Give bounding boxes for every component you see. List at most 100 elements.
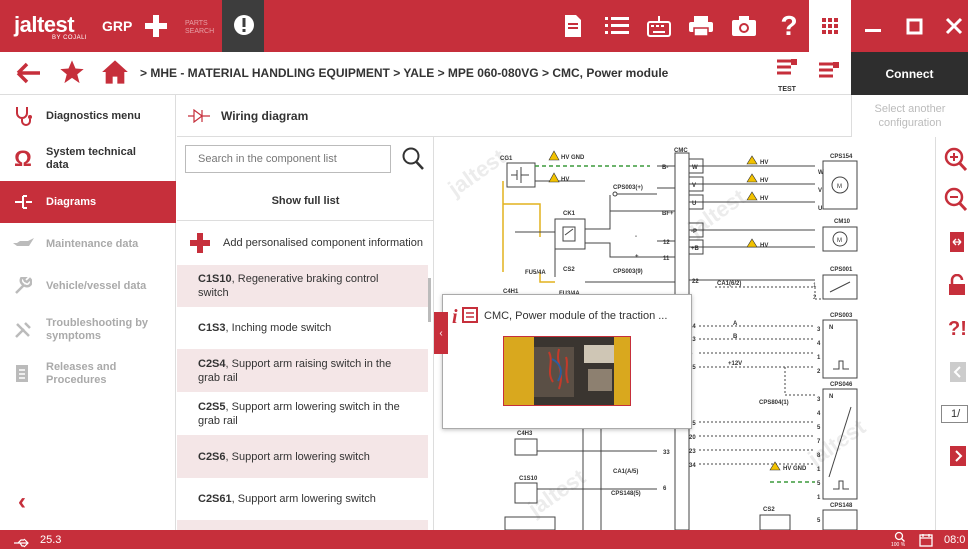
- alert-icon: [234, 15, 254, 35]
- list-item[interactable]: C1S10, Regenerative braking control swit…: [177, 265, 428, 307]
- panel-header: Wiring diagram: [177, 95, 851, 137]
- list-scrollbar[interactable]: [428, 278, 431, 322]
- info-question-icon[interactable]: ?!: [948, 318, 967, 341]
- sidebar-item-label: Maintenance data: [46, 238, 139, 250]
- list-item[interactable]: C2S6, Support arm lowering switch: [177, 435, 428, 478]
- svg-text:2: 2: [817, 369, 821, 375]
- page-prev-icon[interactable]: [950, 362, 966, 387]
- alert-button[interactable]: [222, 0, 264, 52]
- select-configuration-button[interactable]: Select another configuration: [851, 95, 968, 137]
- svg-text:1: 1: [817, 355, 821, 361]
- sidebar-item-troubleshooting[interactable]: Troubleshooting by symptoms: [0, 308, 176, 352]
- favorite-star-icon[interactable]: [58, 58, 86, 91]
- grp-button[interactable]: GRP: [102, 18, 132, 34]
- svg-text:11: 11: [663, 256, 670, 262]
- component-desc: , Support arm lowering switch: [225, 450, 370, 463]
- svg-text:CPS148: CPS148: [830, 503, 853, 509]
- connect-button[interactable]: Connect: [851, 52, 968, 95]
- list-item[interactable]: C2S5, Support arm lowering switch in the…: [177, 392, 428, 435]
- svg-text:1: 1: [817, 495, 821, 501]
- connector-icon[interactable]: [815, 60, 843, 89]
- svg-text:2: 2: [813, 295, 817, 301]
- voltage-value: 25.3: [40, 534, 62, 546]
- list-item[interactable]: C2S61, Support arm lowering switch: [177, 478, 428, 520]
- cps148-sensor: [822, 509, 858, 530]
- component-photo[interactable]: [503, 336, 631, 406]
- zoom-status: 100 %: [891, 531, 909, 549]
- svg-text:+12V: +12V: [728, 361, 742, 367]
- component-desc: , Inching mode switch: [225, 322, 332, 334]
- help-icon[interactable]: ?: [774, 10, 804, 41]
- sidebar-item-system-technical-data[interactable]: Ω System technical data: [0, 137, 176, 181]
- svg-text:33: 33: [663, 450, 670, 456]
- stethoscope-icon: [0, 106, 46, 126]
- search-icon[interactable]: [401, 146, 425, 172]
- svg-text:CPS003: CPS003: [830, 313, 853, 319]
- ck1-relay: [554, 218, 586, 250]
- document-icon[interactable]: [558, 12, 588, 40]
- svg-text:FU5/4A: FU5/4A: [525, 270, 546, 276]
- svg-text:5: 5: [817, 518, 821, 524]
- svg-text:3: 3: [817, 397, 821, 403]
- component-code: C1S10: [198, 273, 232, 285]
- list-item[interactable]: C1S3, Inching mode switch: [177, 307, 428, 349]
- svg-text:CPS001: CPS001: [830, 267, 853, 273]
- back-arrow-icon[interactable]: [14, 60, 42, 91]
- svg-text:4: 4: [817, 411, 821, 417]
- svg-text:W: W: [818, 170, 824, 176]
- page-next-icon[interactable]: [950, 446, 966, 471]
- info-icon: i: [452, 303, 480, 332]
- svg-text:HV: HV: [760, 160, 768, 166]
- zoom-in-icon[interactable]: [944, 147, 968, 178]
- svg-text:+: +: [635, 254, 639, 260]
- popup-title: CMC, Power module of the traction ...: [484, 310, 668, 322]
- magnifier-icon: [894, 531, 905, 542]
- home-icon[interactable]: [101, 58, 129, 91]
- list-item[interactable]: [177, 520, 428, 530]
- sidebar-item-diagnostics-menu[interactable]: Diagnostics menu: [0, 95, 176, 137]
- svg-text:U: U: [692, 201, 696, 207]
- ohm-icon: Ω: [14, 146, 32, 171]
- component-code: C2S61: [198, 493, 232, 505]
- list-item[interactable]: C2S4, Support arm raising switch in the …: [177, 349, 428, 392]
- apps-grid-button[interactable]: [809, 0, 851, 52]
- minimize-icon[interactable]: [859, 12, 887, 40]
- warning-icon: [769, 461, 781, 471]
- sidebar-item-label: Diagnostics menu: [46, 110, 141, 122]
- svg-text:M: M: [837, 184, 842, 190]
- maximize-icon[interactable]: [900, 12, 928, 40]
- popup-collapse-chevron-icon[interactable]: ‹: [434, 312, 448, 354]
- svg-text:4: 4: [817, 341, 821, 347]
- test-connector-icon[interactable]: TEST: [773, 57, 801, 93]
- fit-icon[interactable]: [948, 231, 966, 258]
- show-full-list-button[interactable]: Show full list: [177, 181, 434, 221]
- component-code: C2S4: [198, 357, 226, 370]
- sidebar-item-releases[interactable]: Releases and Procedures: [0, 352, 176, 396]
- add-icon[interactable]: [143, 13, 169, 39]
- panel-title: Wiring diagram: [221, 108, 309, 123]
- sidebar-item-vehicle-data[interactable]: Vehicle/vessel data: [0, 265, 176, 307]
- clock-time: 08:0: [944, 534, 966, 546]
- camera-icon[interactable]: [729, 12, 759, 40]
- list-icon[interactable]: [602, 12, 632, 40]
- close-icon[interactable]: [940, 12, 968, 40]
- sidebar-item-diagrams[interactable]: Diagrams: [0, 181, 176, 223]
- lock-icon[interactable]: [948, 273, 966, 301]
- usb-icon: [14, 535, 30, 553]
- keyboard-icon[interactable]: [644, 12, 674, 40]
- svg-text:HV: HV: [760, 178, 768, 184]
- search-input[interactable]: Search in the component list: [185, 145, 391, 173]
- collapse-chevron-icon[interactable]: ‹: [18, 488, 26, 516]
- component-desc: , Support arm lowering switch in the gra…: [198, 400, 400, 427]
- svg-text:1: 1: [813, 283, 817, 289]
- parts-search-button[interactable]: PARTS SEARCH: [185, 20, 221, 36]
- zoom-out-icon[interactable]: [944, 187, 968, 218]
- svg-text:5: 5: [817, 425, 821, 431]
- printer-icon[interactable]: [686, 12, 716, 40]
- add-component-info-button[interactable]: Add personalised component information: [177, 222, 434, 264]
- svg-text:C4H3: C4H3: [517, 431, 533, 437]
- add-icon: [177, 232, 223, 254]
- svg-text:CS2: CS2: [763, 507, 775, 513]
- sidebar-item-maintenance-data[interactable]: Maintenance data: [0, 223, 176, 265]
- page-number[interactable]: 1/: [941, 405, 968, 423]
